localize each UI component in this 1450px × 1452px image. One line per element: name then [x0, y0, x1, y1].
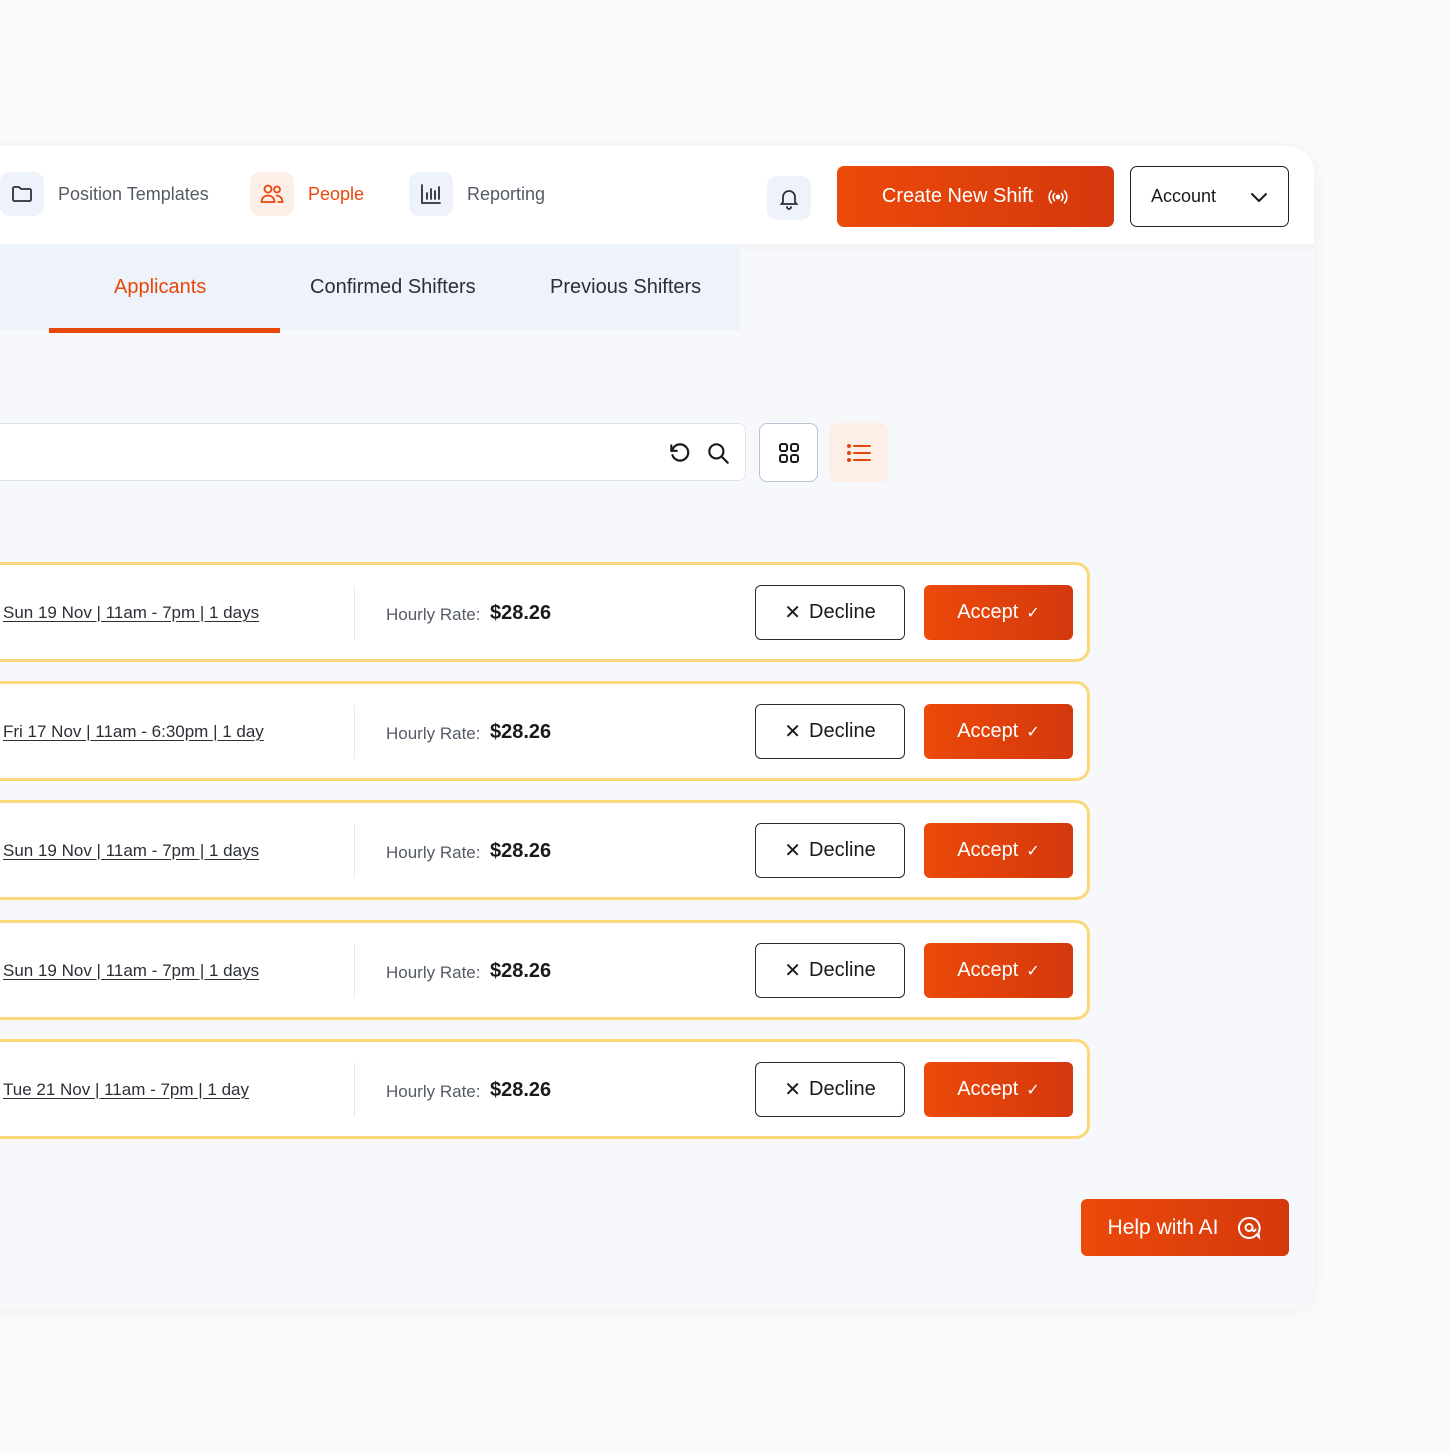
divider — [354, 824, 355, 878]
accept-label: Accept — [957, 601, 1019, 623]
decline-label: Decline — [809, 839, 876, 861]
accept-label: Accept — [957, 720, 1019, 742]
create-new-shift-button[interactable]: Create New Shift — [837, 166, 1114, 227]
people-icon — [250, 172, 294, 216]
accept-button[interactable]: Accept ✓ — [924, 943, 1073, 998]
app-window: Position Templates People Reporting Crea… — [0, 146, 1314, 1308]
bar-chart-icon — [409, 172, 453, 216]
check-icon: ✓ — [1026, 962, 1040, 980]
close-icon: ✕ — [784, 602, 802, 624]
accept-button[interactable]: Accept ✓ — [924, 704, 1073, 759]
chevron-down-icon — [1251, 192, 1267, 202]
nav-item-people[interactable]: People — [250, 172, 364, 216]
decline-button[interactable]: ✕ Decline — [755, 704, 905, 759]
nav-label: Position Templates — [58, 183, 209, 204]
shift-date-link[interactable]: Tue 21 Nov | 11am - 7pm | 1 day — [3, 1080, 249, 1100]
search-input[interactable] — [0, 423, 746, 481]
grid-icon — [778, 442, 799, 463]
applicant-row: Sun 19 Nov | 11am - 7pm | 1 days Hourly … — [0, 562, 1090, 662]
ai-chat-icon — [1238, 1216, 1262, 1240]
account-label: Account — [1151, 186, 1217, 206]
hourly-rate-value: $28.26 — [490, 840, 552, 862]
bell-icon — [779, 190, 799, 210]
close-icon: ✕ — [784, 840, 802, 862]
broadcast-icon — [1048, 189, 1068, 204]
list-view-button[interactable] — [829, 423, 888, 482]
divider — [354, 705, 355, 759]
accept-button[interactable]: Accept ✓ — [924, 585, 1073, 640]
decline-label: Decline — [809, 959, 876, 981]
shift-date-link[interactable]: Fri 17 Nov | 11am - 6:30pm | 1 day — [3, 722, 264, 742]
tab-confirmed-shifters[interactable]: Confirmed Shifters — [310, 244, 476, 330]
applicant-row: Tue 21 Nov | 11am - 7pm | 1 day Hourly R… — [0, 1039, 1090, 1139]
nav-item-position-templates[interactable]: Position Templates — [0, 172, 209, 216]
hourly-rate-label: Hourly Rate: — [386, 963, 481, 982]
hourly-rate-value: $28.26 — [490, 602, 552, 624]
check-icon: ✓ — [1026, 723, 1040, 741]
create-new-shift-label: Create New Shift — [881, 185, 1034, 207]
close-icon: ✕ — [784, 1079, 802, 1101]
accept-button[interactable]: Accept ✓ — [924, 823, 1073, 878]
help-with-ai-button[interactable]: Help with AI — [1081, 1199, 1289, 1256]
accept-label: Accept — [957, 959, 1019, 981]
accept-label: Accept — [957, 839, 1019, 861]
hourly-rate-label: Hourly Rate: — [386, 605, 481, 624]
check-icon: ✓ — [1026, 604, 1040, 622]
hourly-rate-value: $28.26 — [490, 1079, 552, 1101]
refresh-icon[interactable] — [667, 440, 693, 466]
tab-previous-shifters[interactable]: Previous Shifters — [550, 244, 701, 330]
decline-button[interactable]: ✕ Decline — [755, 943, 905, 998]
decline-label: Decline — [809, 601, 876, 623]
applicant-row: Fri 17 Nov | 11am - 6:30pm | 1 day Hourl… — [0, 681, 1090, 781]
shift-tabs: y Applicants Confirmed Shifters Previous… — [0, 244, 740, 330]
decline-label: Decline — [809, 1078, 876, 1100]
help-with-ai-label: Help with AI — [1107, 1215, 1219, 1239]
divider — [354, 586, 355, 640]
nav-item-reporting[interactable]: Reporting — [409, 172, 545, 216]
shift-date-link[interactable]: Sun 19 Nov | 11am - 7pm | 1 days — [3, 961, 259, 981]
notification-bell-button[interactable] — [767, 176, 811, 220]
decline-button[interactable]: ✕ Decline — [755, 585, 905, 640]
decline-label: Decline — [809, 720, 876, 742]
shift-date-link[interactable]: Sun 19 Nov | 11am - 7pm | 1 days — [3, 603, 259, 623]
account-dropdown[interactable]: Account — [1130, 166, 1289, 227]
list-icon — [846, 443, 871, 462]
hourly-rate-label: Hourly Rate: — [386, 1082, 481, 1101]
search-icon[interactable] — [705, 440, 731, 466]
check-icon: ✓ — [1026, 842, 1040, 860]
decline-button[interactable]: ✕ Decline — [755, 1062, 905, 1117]
applicant-row: Sun 19 Nov | 11am - 7pm | 1 days Hourly … — [0, 800, 1090, 900]
hourly-rate-value: $28.26 — [490, 960, 552, 982]
close-icon: ✕ — [784, 960, 802, 982]
check-icon: ✓ — [1026, 1081, 1040, 1099]
decline-button[interactable]: ✕ Decline — [755, 823, 905, 878]
top-navigation-bar: Position Templates People Reporting Crea… — [0, 146, 1314, 244]
nav-label: Reporting — [467, 183, 546, 204]
active-tab-indicator — [49, 328, 280, 333]
nav-label: People — [308, 183, 365, 204]
accept-label: Accept — [957, 1078, 1019, 1100]
hourly-rate-value: $28.26 — [490, 721, 552, 743]
tab-applicants[interactable]: Applicants — [114, 244, 206, 330]
hourly-rate-label: Hourly Rate: — [386, 724, 481, 743]
shift-date-link[interactable]: Sun 19 Nov | 11am - 7pm | 1 days — [3, 841, 259, 861]
close-icon: ✕ — [784, 721, 802, 743]
hourly-rate-label: Hourly Rate: — [386, 843, 481, 862]
applicant-row: Sun 19 Nov | 11am - 7pm | 1 days Hourly … — [0, 920, 1090, 1020]
grid-view-button[interactable] — [759, 423, 818, 482]
divider — [354, 944, 355, 998]
divider — [354, 1063, 355, 1117]
accept-button[interactable]: Accept ✓ — [924, 1062, 1073, 1117]
folder-icon — [0, 172, 44, 216]
